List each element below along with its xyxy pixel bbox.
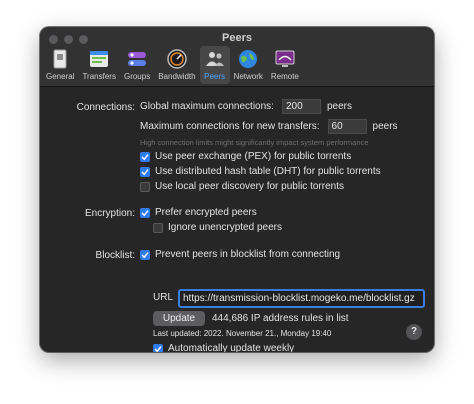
checkbox-empty: [153, 222, 163, 233]
ignore-unencrypted-checkbox[interactable]: Ignore unencrypted peers: [153, 222, 282, 233]
tab-bandwidth[interactable]: Bandwidth: [154, 46, 199, 84]
global-connections-row: Global maximum connections: 200 peers: [140, 99, 352, 114]
help-button[interactable]: ?: [406, 324, 422, 340]
prefer-encrypted-checkbox[interactable]: Prefer encrypted peers: [140, 207, 257, 218]
url-label: URL: [153, 292, 174, 303]
ignore-unencrypted-label: Ignore unencrypted peers: [168, 222, 282, 233]
checkmark-icon: [140, 151, 150, 162]
checkmark-icon: [153, 343, 163, 352]
toolbar: Peers General Transfers Groups Bandwidth…: [40, 27, 434, 87]
tab-label: General: [46, 72, 75, 81]
groups-icon: [126, 48, 148, 70]
remote-icon: [274, 48, 296, 70]
connections-hint: High connection limits might significant…: [140, 138, 369, 147]
pex-checkbox[interactable]: Use peer exchange (PEX) for public torre…: [140, 151, 351, 162]
tab-transfers[interactable]: Transfers: [78, 46, 120, 84]
bandwidth-icon: [166, 48, 188, 70]
transfers-icon: [88, 48, 110, 70]
blocklist-url-input[interactable]: https://transmission-blocklist.mogeko.me…: [178, 289, 425, 308]
tab-groups[interactable]: Groups: [120, 46, 154, 84]
dht-label: Use distributed hash table (DHT) for pub…: [155, 166, 381, 177]
tab-label: Groups: [123, 72, 151, 81]
tab-label: Remote: [270, 72, 299, 81]
rules-count: 444,686 IP address rules in list: [212, 313, 349, 324]
auto-update-label: Automatically update weekly: [168, 343, 295, 352]
tab-label: Network: [233, 72, 263, 81]
blocklist-enable-checkbox[interactable]: Prevent peers in blocklist from connecti…: [140, 249, 340, 260]
tab-network[interactable]: Network: [230, 46, 267, 84]
tab-remote[interactable]: Remote: [267, 46, 303, 84]
transfer-connections-unit: peers: [372, 121, 398, 132]
dht-checkbox[interactable]: Use distributed hash table (DHT) for pub…: [140, 166, 381, 177]
tab-label: Bandwidth: [158, 72, 196, 81]
peers-icon: [204, 48, 226, 70]
tab-label: Transfers: [82, 72, 116, 81]
transfer-connections-label: Maximum connections for new transfers:: [140, 121, 320, 132]
checkmark-icon: [140, 249, 150, 260]
tab-peers[interactable]: Peers: [199, 46, 230, 84]
update-button[interactable]: Update: [153, 311, 205, 326]
peers-pane: Connections: Global maximum connections:…: [40, 87, 434, 352]
prefer-encrypted-label: Prefer encrypted peers: [155, 207, 257, 218]
local-discovery-checkbox[interactable]: Use local peer discovery for public torr…: [140, 181, 344, 192]
general-icon: [49, 48, 71, 70]
global-connections-unit: peers: [326, 101, 352, 112]
encryption-label: Encryption:: [84, 208, 135, 219]
blocklist-label: Blocklist:: [95, 250, 135, 261]
global-connections-input[interactable]: 200: [281, 99, 321, 114]
local-discovery-label: Use local peer discovery for public torr…: [155, 181, 344, 192]
tab-label: Peers: [204, 72, 226, 81]
global-connections-label: Global maximum connections:: [140, 101, 274, 112]
transfer-connections-row: Maximum connections for new transfers: 6…: [140, 119, 398, 134]
checkmark-icon: [140, 166, 150, 177]
checkbox-empty: [140, 181, 150, 192]
window-title: Peers: [222, 32, 252, 44]
tab-general[interactable]: General: [42, 46, 78, 84]
auto-update-checkbox[interactable]: Automatically update weekly: [153, 343, 294, 352]
transfer-connections-input[interactable]: 60: [327, 119, 367, 134]
last-updated: Last updated: 2022. November 21., Monday…: [153, 329, 332, 338]
blocklist-enable-label: Prevent peers in blocklist from connecti…: [155, 249, 341, 260]
checkmark-icon: [140, 207, 150, 218]
network-icon: [237, 48, 259, 70]
preferences-tabs: General Transfers Groups Bandwidth Peers…: [42, 46, 303, 84]
preferences-window: Peers General Transfers Groups Bandwidth…: [40, 27, 434, 352]
connections-label: Connections:: [76, 102, 135, 113]
pex-label: Use peer exchange (PEX) for public torre…: [155, 151, 352, 162]
